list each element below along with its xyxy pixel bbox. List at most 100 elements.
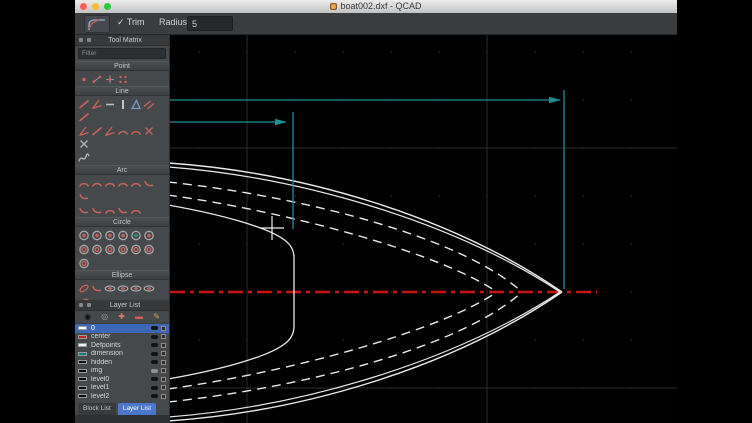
circle-concentric-icon[interactable] xyxy=(78,243,90,255)
layer-visibility-eye-icon[interactable] xyxy=(151,335,158,339)
ellipse-4-points-icon[interactable] xyxy=(104,282,116,294)
layer-lock-icon[interactable] xyxy=(161,368,166,373)
layer-visibility-eye-icon[interactable] xyxy=(151,369,158,373)
arc-tangent-icon[interactable] xyxy=(78,190,90,202)
layer-lock-icon[interactable] xyxy=(161,351,166,356)
layer-row-level1[interactable]: level1 xyxy=(75,384,169,393)
section-header-point[interactable]: Point xyxy=(75,61,169,71)
circle-2-points-icon[interactable] xyxy=(91,229,103,241)
layer-visibility-eye-icon[interactable] xyxy=(151,360,158,364)
titlebar[interactable]: boat002.dxf - QCAD xyxy=(75,0,677,13)
layer-color-swatch[interactable] xyxy=(78,335,87,339)
layer-row-center[interactable]: center xyxy=(75,333,169,342)
ellipse-center-2-points-icon[interactable] xyxy=(78,282,90,294)
layer-lock-icon[interactable] xyxy=(161,326,166,331)
layer-color-swatch[interactable] xyxy=(78,326,87,330)
circle-center-radius-icon[interactable] xyxy=(117,229,129,241)
point-along-entity-icon[interactable] xyxy=(91,73,103,85)
line-angle-icon[interactable] xyxy=(91,98,103,110)
line-tangent-point-circle-icon[interactable] xyxy=(117,125,129,137)
layer-row-hidden[interactable]: hidden xyxy=(75,358,169,367)
point-matrix-icon[interactable] xyxy=(117,73,129,85)
tool-matrix-header[interactable]: Tool Matrix xyxy=(75,35,169,46)
layer-color-swatch[interactable] xyxy=(78,343,87,347)
layer-lock-icon[interactable] xyxy=(161,360,166,365)
layer-visibility-eye-icon[interactable] xyxy=(151,386,158,390)
layer-row-dimension[interactable]: dimension xyxy=(75,350,169,359)
section-header-line[interactable]: Line xyxy=(75,86,169,96)
circle-center-diameter-icon[interactable] xyxy=(130,229,142,241)
tab-layer-list[interactable]: Layer List xyxy=(118,403,156,415)
arc-parallel-icon[interactable] xyxy=(104,204,116,216)
dock-float-icon[interactable] xyxy=(79,303,83,307)
arc-2-points-length-icon[interactable] xyxy=(130,177,142,189)
ellipse-2-foci-icon[interactable] xyxy=(143,282,155,294)
drawing-canvas[interactable]: 3 xyxy=(170,35,677,423)
tab-block-list[interactable]: Block List xyxy=(78,403,116,415)
circle-parallel-icon[interactable] xyxy=(78,257,90,269)
layer-visibility-eye-icon[interactable] xyxy=(151,326,158,330)
line-parallel-icon[interactable] xyxy=(143,98,155,110)
edit-layer-icon[interactable]: ✎ xyxy=(153,311,160,323)
layer-visibility-eye-icon[interactable] xyxy=(151,394,158,398)
remove-layer-icon[interactable]: ▬ xyxy=(135,311,143,323)
line-horizontal-icon[interactable] xyxy=(104,98,116,110)
circle-tangent-3-icon[interactable] xyxy=(130,243,142,255)
ellipse-arc-icon[interactable] xyxy=(91,282,103,294)
arc-concentric-distance-icon[interactable] xyxy=(91,204,103,216)
layer-lock-icon[interactable] xyxy=(161,394,166,399)
line-tangent-2-circles-icon[interactable] xyxy=(130,125,142,137)
arc-tangent-point-icon[interactable] xyxy=(117,204,129,216)
line-vertical-icon[interactable] xyxy=(117,98,129,110)
layer-row-img[interactable]: img xyxy=(75,367,169,376)
layer-lock-icon[interactable] xyxy=(161,334,166,339)
layer-lock-icon[interactable] xyxy=(161,343,166,348)
arc-tangent-2-entities-icon[interactable] xyxy=(130,204,142,216)
line-erase-icon[interactable] xyxy=(78,138,90,150)
hull-inner-bottom[interactable] xyxy=(170,292,560,417)
arc-concentric-icon[interactable] xyxy=(78,204,90,216)
dock-float-icon[interactable] xyxy=(79,38,83,42)
layer-color-swatch[interactable] xyxy=(78,386,87,390)
line-relative-angle-icon[interactable] xyxy=(104,125,116,137)
line-auxiliary-icon[interactable] xyxy=(143,125,155,137)
hull-inner-top[interactable] xyxy=(170,167,560,292)
layer-color-swatch[interactable] xyxy=(78,369,87,373)
layer-visibility-eye-icon[interactable] xyxy=(151,377,158,381)
layer-color-swatch[interactable] xyxy=(78,377,87,381)
line-2-points-icon[interactable] xyxy=(78,98,90,110)
layer-visibility-eye-icon[interactable] xyxy=(151,352,158,356)
add-layer-icon[interactable]: ✚ xyxy=(118,311,125,323)
point-single-icon[interactable] xyxy=(78,73,90,85)
ellipse-foci-point-icon[interactable] xyxy=(130,282,142,294)
layer-list-header[interactable]: Layer List xyxy=(75,300,169,311)
hull-outer-bottom[interactable] xyxy=(170,292,562,421)
hide-all-layers-icon[interactable]: ◎ xyxy=(101,311,108,323)
trim-checkbox[interactable]: ✓ Trim xyxy=(117,17,145,28)
circle-3-points-icon[interactable] xyxy=(104,229,116,241)
circle-2-point-diameter-icon[interactable] xyxy=(143,229,155,241)
tool-filter-input[interactable]: Filter xyxy=(78,48,166,59)
line-freehand-icon[interactable] xyxy=(78,152,90,164)
arc-3-points-icon[interactable] xyxy=(91,177,103,189)
layer-row-level2[interactable]: level2 xyxy=(75,392,169,401)
radius-input[interactable] xyxy=(187,16,233,31)
section-header-arc[interactable]: Arc xyxy=(75,165,169,175)
hull-outer-top[interactable] xyxy=(170,163,562,292)
section-header-ellipse[interactable]: Ellipse xyxy=(75,270,169,280)
layer-lock-icon[interactable] xyxy=(161,385,166,390)
layer-row-Defpoints[interactable]: Defpoints xyxy=(75,341,169,350)
layer-row-0[interactable]: 0 xyxy=(75,324,169,333)
arc-2-points-radius-icon[interactable] xyxy=(104,177,116,189)
ellipse-center-point-icon[interactable] xyxy=(117,282,129,294)
arc-2-points-height-icon[interactable] xyxy=(143,177,155,189)
line-polygon-icon[interactable] xyxy=(130,98,142,110)
circle-inscribed-icon[interactable] xyxy=(143,243,155,255)
circle-tangent-2-b-icon[interactable] xyxy=(117,243,129,255)
hull-dashed-bottom-2[interactable] xyxy=(170,292,497,389)
show-all-layers-icon[interactable]: ◉ xyxy=(84,311,91,323)
point-center-icon[interactable] xyxy=(104,73,116,85)
section-header-circle[interactable]: Circle xyxy=(75,217,169,227)
layer-color-swatch[interactable] xyxy=(78,394,87,398)
circle-concentric-distance-icon[interactable] xyxy=(91,243,103,255)
